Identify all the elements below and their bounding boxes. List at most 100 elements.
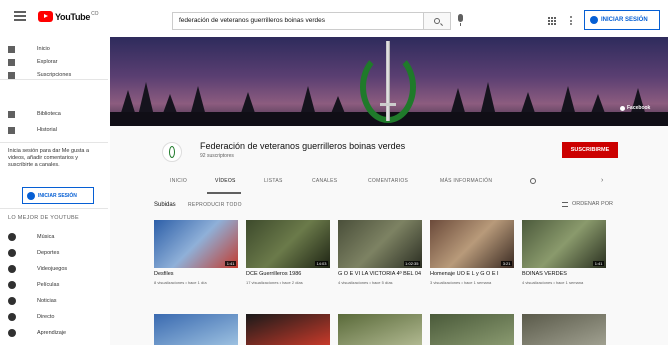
video-duration: 1:02:35 — [403, 261, 420, 266]
sidebar-item[interactable]: Directo — [0, 310, 108, 324]
sidebar-item[interactable]: Películas — [0, 278, 108, 292]
home-icon — [8, 45, 15, 53]
sidebar-item-label: Noticias — [37, 298, 57, 304]
video-card[interactable]: 3:21 Homenaje UO E L y G O E I3 visualiza… — [430, 220, 514, 285]
youtube-play-icon — [38, 11, 53, 22]
sidebar-item[interactable]: Deportes — [0, 246, 108, 260]
youtube-logo[interactable]: YouTube CO — [38, 11, 99, 22]
tab-comentarios[interactable]: COMENTARIOS — [368, 178, 408, 184]
menu-icon[interactable] — [14, 11, 26, 21]
sidebar-item[interactable]: Aprendizaje — [0, 326, 108, 340]
sign-in-button[interactable]: INICIAR SESIÓN — [584, 10, 660, 30]
laurel-icon — [169, 146, 175, 158]
sidebar-item-label: Deportes — [37, 250, 60, 256]
search-input[interactable]: federación de veteranos guerrilleros boi… — [172, 12, 423, 30]
sidebar-item-label: Videojuegos — [37, 266, 68, 272]
sidebar-item-label: Biblioteca — [37, 111, 61, 117]
music-icon — [8, 233, 16, 241]
video-thumbnail[interactable] — [246, 314, 330, 345]
top-bar: YouTube CO federación de veteranos guerr… — [0, 0, 668, 36]
account-icon — [590, 16, 598, 24]
sidebar-item-label: Películas — [37, 282, 60, 288]
video-meta: 17 visualizaciones • hace 2 días — [246, 279, 303, 285]
channel-name: Federación de veteranos guerrilleros boi… — [200, 141, 406, 151]
video-meta: 4 visualizaciones • hace 1 semana — [522, 279, 584, 285]
video-meta: 4 visualizaciones • hace 5 días — [338, 279, 393, 285]
channel-tabs: INICIO VÍDEOS LISTAS CANALES COMENTARIOS… — [110, 172, 668, 194]
video-duration: 1:41 — [593, 261, 604, 266]
facebook-label: Facebook — [627, 105, 651, 111]
channel-search-icon[interactable] — [530, 178, 536, 184]
tab-mas-informacion[interactable]: MÁS INFORMACIÓN — [440, 178, 492, 184]
video-meta: 8 visualizaciones • hace 1 día — [154, 279, 207, 285]
sidebar-item[interactable]: Historial — [0, 123, 108, 137]
sidebar-item[interactable]: Inicio — [0, 42, 108, 56]
sidebar-divider — [0, 208, 108, 209]
tab-videos[interactable]: VÍDEOS — [215, 178, 236, 184]
video-thumbnail[interactable]: 1:41 — [154, 220, 238, 268]
sidebar-item-label: Música — [37, 234, 55, 240]
video-card[interactable]: 1:41 Desfiles 8 visualizaciones • hace 1 d… — [154, 220, 238, 285]
sidebar-item[interactable]: Noticias — [0, 294, 108, 308]
video-thumbnail[interactable] — [430, 314, 514, 345]
video-title[interactable]: Homenaje UO E L y G O E I — [430, 271, 514, 278]
video-thumbnail[interactable]: 3:21 — [430, 220, 514, 268]
search-icon — [434, 18, 440, 24]
video-card[interactable]: 1:02:35 G O E VI LA VICTORIA 4º BEL 04 4 v… — [338, 220, 422, 285]
sidebar-item[interactable]: Biblioteca — [0, 107, 108, 121]
facebook-icon — [620, 105, 625, 111]
video-title[interactable]: G O E VI LA VICTORIA 4º BEL 04 — [338, 271, 422, 278]
channel-header: Federación de veteranos guerrilleros boi… — [110, 126, 668, 194]
sidebar-divider — [0, 142, 108, 143]
sidebar-item[interactable]: Suscripciones — [0, 68, 108, 82]
sign-in-label: INICIAR SESIÓN — [601, 17, 648, 23]
subscribe-button[interactable]: SUSCRIBIRME — [562, 142, 618, 158]
sidebar-sign-in-button[interactable]: INICIAR SESIÓN — [22, 187, 94, 204]
banner-tree — [138, 82, 154, 116]
settings-more-icon[interactable] — [570, 16, 572, 25]
sidebar-item[interactable]: Música — [0, 230, 108, 244]
video-title[interactable]: BOINAS VERDES — [522, 271, 606, 278]
video-thumbnail[interactable] — [338, 314, 422, 345]
subscriber-count: 92 suscriptores — [200, 153, 234, 159]
library-icon — [8, 110, 15, 118]
logo-text: YouTube — [55, 11, 91, 22]
sidebar-item-label: Explorar — [37, 59, 58, 65]
sword-emblem — [380, 41, 396, 121]
sidebar-item-label: Aprendizaje — [37, 330, 67, 336]
video-title[interactable]: DCE Guerrilleros 1986 — [246, 271, 330, 278]
video-thumbnail[interactable] — [154, 314, 238, 345]
video-thumbnail[interactable]: 1:02:35 — [338, 220, 422, 268]
movies-icon — [8, 281, 16, 289]
video-thumbnail[interactable]: 1:41 — [522, 220, 606, 268]
sidebar-item[interactable]: Videojuegos — [0, 262, 108, 276]
sidebar-item-label: Historial — [37, 127, 57, 133]
channel-avatar[interactable] — [162, 142, 182, 162]
live-icon — [8, 313, 16, 321]
tab-canales[interactable]: CANALES — [312, 178, 337, 184]
sidebar-item[interactable]: Explorar — [0, 55, 108, 69]
subscriptions-icon — [8, 71, 15, 79]
video-duration: 1:41 — [225, 261, 236, 266]
gaming-icon — [8, 265, 16, 273]
video-title[interactable]: Desfiles — [154, 271, 238, 278]
chevron-right-icon[interactable]: › — [601, 177, 603, 184]
tab-listas[interactable]: LISTAS — [264, 178, 283, 184]
sidebar-sign-in-label: INICIAR SESIÓN — [38, 192, 77, 199]
uploads-title: Subidas — [154, 202, 176, 208]
history-icon — [8, 126, 15, 134]
video-duration: 3:21 — [501, 261, 512, 266]
sort-by-button[interactable]: ORDENAR POR — [562, 201, 613, 207]
video-card[interactable]: 1:41 BOINAS VERDES 4 visualizaciones • hac… — [522, 220, 606, 285]
facebook-link[interactable]: Facebook — [620, 105, 650, 111]
logo-country: CO — [91, 11, 99, 17]
video-thumbnail[interactable] — [522, 314, 606, 345]
video-thumbnail[interactable]: 14:03 — [246, 220, 330, 268]
apps-icon[interactable] — [548, 17, 556, 25]
sidebar-item-label: Inicio — [37, 46, 50, 52]
tab-inicio[interactable]: INICIO — [170, 178, 187, 184]
video-card[interactable]: 14:03 DCE Guerrilleros 1986 17 visualizaci… — [246, 220, 330, 285]
microphone-icon[interactable] — [458, 14, 463, 26]
play-all-button[interactable]: REPRODUCIR TODO — [188, 202, 242, 208]
search-button[interactable] — [423, 12, 451, 30]
